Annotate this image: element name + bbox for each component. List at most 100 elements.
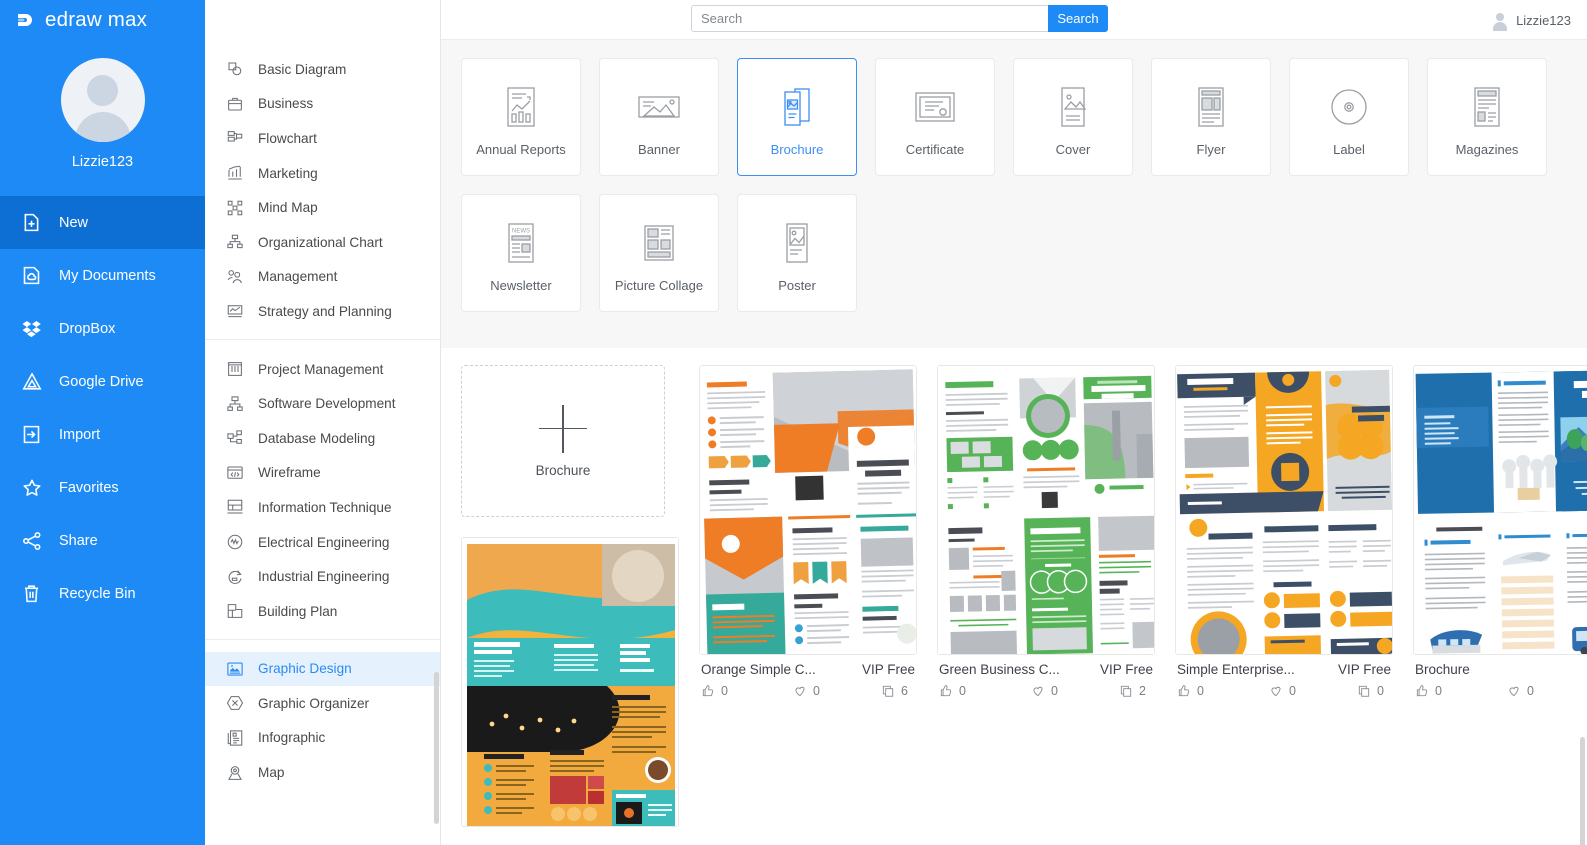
new-document-icon xyxy=(20,211,43,234)
type-card-label: Brochure xyxy=(770,141,824,157)
avatar[interactable] xyxy=(60,58,145,142)
type-card-flyer[interactable]: Flyer xyxy=(1151,58,1271,176)
type-card-annual-reports[interactable]: Annual Reports xyxy=(461,58,581,176)
sidebar-item-share[interactable]: Share xyxy=(0,514,205,567)
template-thumbnail[interactable] xyxy=(1413,365,1587,655)
category-item-label: Wireframe xyxy=(258,465,321,481)
edraw-max-window: edraw max Lizzie123 New My Documents Dro… xyxy=(0,0,1587,845)
like-stat[interactable]: 0 xyxy=(1415,684,1507,698)
copy-count: 2 xyxy=(1139,684,1146,698)
category-item-basic-diagram[interactable]: Basic Diagram xyxy=(205,52,440,87)
category-item-label: Marketing xyxy=(258,165,318,181)
category-item-mind-map[interactable]: Mind Map xyxy=(205,190,440,225)
category-item-flowchart[interactable]: Flowchart xyxy=(205,121,440,156)
category-item-graphic-design[interactable]: Graphic Design xyxy=(205,651,440,687)
category-item-business[interactable]: Business xyxy=(205,87,440,122)
category-item-industrial-engineering[interactable]: Industrial Engineering xyxy=(205,559,440,594)
new-template-tile: Brochure xyxy=(461,365,679,827)
type-card-magazines[interactable]: Magazines xyxy=(1427,58,1547,176)
gallery-scrollbar[interactable] xyxy=(1580,737,1585,845)
search-input[interactable] xyxy=(691,5,1048,32)
favorite-stat[interactable]: 0 xyxy=(1269,684,1357,698)
type-card-cover[interactable]: Cover xyxy=(1013,58,1133,176)
svg-text:NEWS: NEWS xyxy=(512,228,530,234)
type-card-picture-collage[interactable]: Picture Collage xyxy=(599,194,719,312)
category-item-label: Project Management xyxy=(258,361,384,377)
category-item-information-technique[interactable]: Information Technique xyxy=(205,490,440,525)
like-stat[interactable]: 0 xyxy=(939,684,1031,698)
category-item-project-management[interactable]: Project Management xyxy=(205,352,440,387)
electrical-engineering-icon xyxy=(225,533,244,552)
category-item-strategy-and-planning[interactable]: Strategy and Planning xyxy=(205,294,440,329)
category-item-electrical-engineering[interactable]: Electrical Engineering xyxy=(205,525,440,560)
sidebar-item-recycle-bin[interactable]: Recycle Bin xyxy=(0,567,205,620)
category-scrollbar[interactable] xyxy=(434,672,439,824)
category-item-label: Business xyxy=(258,96,314,112)
category-item-label: Information Technique xyxy=(258,499,392,515)
main-area: Search Lizzie123 Annual Re xyxy=(441,0,1587,845)
template-name: Brochure xyxy=(1415,662,1470,677)
brochure-icon xyxy=(776,78,818,136)
sidebar-nav: New My Documents DropBox Google Drive Im… xyxy=(0,196,205,620)
like-stat[interactable]: 0 xyxy=(1177,684,1269,698)
cover-icon xyxy=(1055,78,1091,136)
type-card-label: Annual Reports xyxy=(476,141,566,157)
template-price: VIP Free xyxy=(1337,662,1391,677)
category-item-database-modeling[interactable]: Database Modeling xyxy=(205,421,440,456)
copy-stat[interactable]: 2 xyxy=(1119,684,1146,698)
sidebar-item-import[interactable]: Import xyxy=(0,408,205,461)
template-name: Orange Simple C... xyxy=(701,662,816,677)
type-card-poster[interactable]: Poster xyxy=(737,194,857,312)
copy-stat[interactable]: 6 xyxy=(881,684,908,698)
category-item-map[interactable]: Map xyxy=(205,755,440,790)
category-item-management[interactable]: Management xyxy=(205,260,440,295)
category-item-marketing[interactable]: Marketing xyxy=(205,156,440,191)
category-item-wireframe[interactable]: Wireframe xyxy=(205,456,440,491)
category-item-graphic-organizer[interactable]: Graphic Organizer xyxy=(205,686,440,721)
copy-count: 0 xyxy=(1377,684,1384,698)
type-card-certificate[interactable]: Certificate xyxy=(875,58,995,176)
picture-collage-icon xyxy=(639,214,679,272)
type-card-label: Newsletter xyxy=(490,277,552,293)
search-button[interactable]: Search xyxy=(1048,5,1108,32)
type-card-brochure[interactable]: Brochure xyxy=(737,58,857,176)
template-price: VIP Free xyxy=(861,662,915,677)
template-tile: Brochure Free 0 0 xyxy=(1413,365,1587,827)
copy-stat[interactable]: 0 xyxy=(1357,684,1384,698)
type-card-label[interactable]: Label xyxy=(1289,58,1409,176)
sidebar-item-my-documents[interactable]: My Documents xyxy=(0,249,205,302)
template-thumbnail[interactable] xyxy=(1175,365,1393,655)
type-card-label: Magazines xyxy=(1455,141,1519,157)
category-item-label: Organizational Chart xyxy=(258,234,383,250)
certificate-icon xyxy=(912,78,958,136)
search-bar: Search xyxy=(691,5,1108,32)
flyer-icon xyxy=(1193,78,1229,136)
sidebar-item-new[interactable]: New xyxy=(0,196,205,249)
category-item-organizational-chart[interactable]: Organizational Chart xyxy=(205,225,440,260)
template-thumbnail[interactable] xyxy=(699,365,917,655)
bar-chart-icon xyxy=(225,164,244,183)
sidebar-item-dropbox[interactable]: DropBox xyxy=(0,302,205,355)
category-item-infographic[interactable]: Infographic xyxy=(205,721,440,756)
sidebar-item-label: New xyxy=(59,214,89,231)
template-thumbnail[interactable] xyxy=(937,365,1155,655)
template-meta: Simple Enterprise... VIP Free 0 0 0 xyxy=(1175,655,1393,698)
star-icon xyxy=(20,476,43,499)
sidebar-item-google-drive[interactable]: Google Drive xyxy=(0,355,205,408)
favorite-count: 0 xyxy=(813,684,820,698)
category-item-building-plan[interactable]: Building Plan xyxy=(205,594,440,629)
user-menu[interactable]: Lizzie123 xyxy=(1491,0,1571,40)
template-thumbnail[interactable] xyxy=(461,537,679,827)
favorite-stat[interactable]: 0 xyxy=(1031,684,1119,698)
sidebar-item-label: My Documents xyxy=(59,267,156,284)
type-card-newsletter[interactable]: NEWS Newsletter xyxy=(461,194,581,312)
type-card-banner[interactable]: Banner xyxy=(599,58,719,176)
category-item-software-development[interactable]: Software Development xyxy=(205,386,440,421)
sidebar-item-favorites[interactable]: Favorites xyxy=(0,461,205,514)
copy-count: 6 xyxy=(901,684,908,698)
favorite-stat[interactable]: 0 xyxy=(793,684,881,698)
create-new-brochure-button[interactable]: Brochure xyxy=(461,365,665,517)
category-group-2: Project Management Software Development xyxy=(205,338,440,639)
favorite-stat[interactable]: 0 xyxy=(1507,684,1587,698)
like-stat[interactable]: 0 xyxy=(701,684,793,698)
